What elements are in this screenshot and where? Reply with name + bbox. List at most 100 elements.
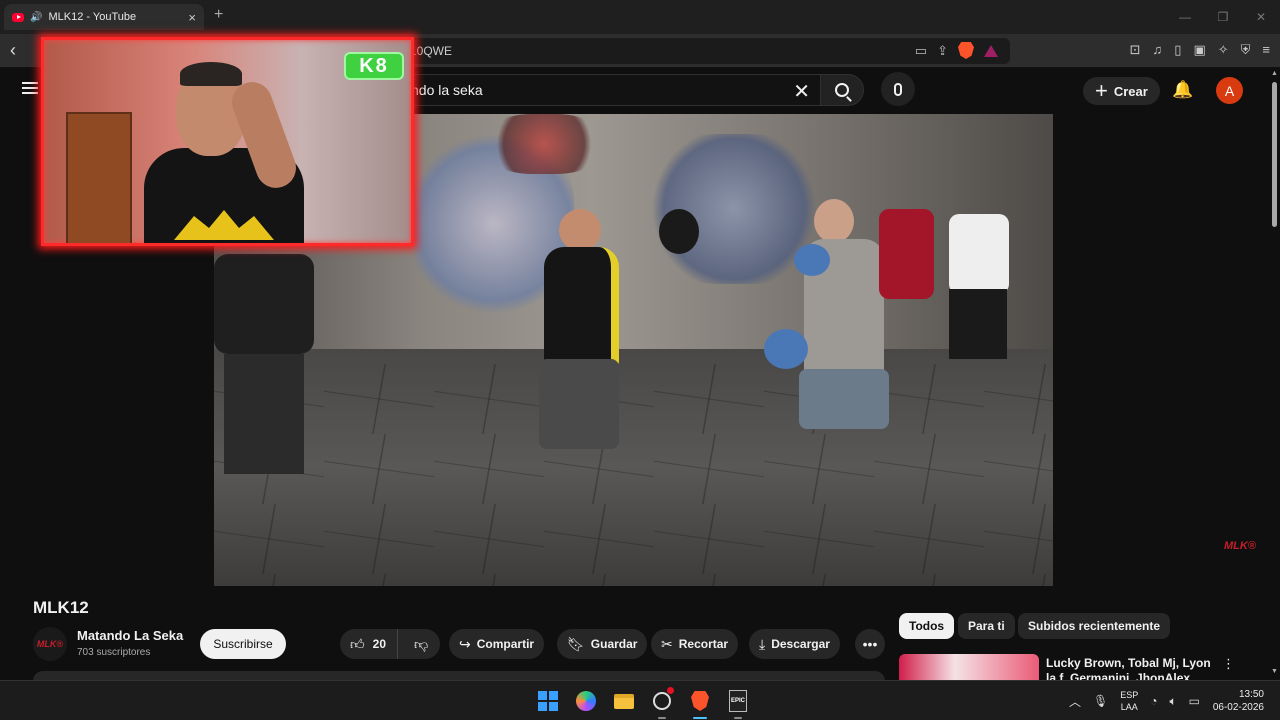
related-video-menu-icon[interactable]: ⋮ xyxy=(1222,656,1235,672)
copilot-icon xyxy=(576,691,596,711)
subscribe-button[interactable]: Suscribirse xyxy=(200,629,286,659)
system-tray: ︿ 🎙︎ ESP LAA ◔ 🔈︎ ▭ xyxy=(1069,689,1200,713)
download-icon: ⤓ xyxy=(759,635,766,652)
keyboard-layout: LAA xyxy=(1120,702,1138,712)
start-button[interactable] xyxy=(534,687,562,715)
back-icon[interactable]: ‹ xyxy=(10,40,16,61)
active-indicator xyxy=(693,717,707,719)
search-icon xyxy=(835,83,849,97)
language-code: ESP xyxy=(1120,690,1139,700)
chip-todos[interactable]: Todos xyxy=(899,613,955,639)
thumbs-down-icon: 👎︎ xyxy=(414,635,429,652)
browser-extension-icons: ⊡ ♫ ▯ ▣ ✧ ⛨ ≡ xyxy=(1130,42,1270,58)
create-button[interactable]: + Crear xyxy=(1083,77,1160,105)
search-input[interactable]: ndo la seka ✕ xyxy=(400,74,820,106)
dislike-button[interactable]: 👎︎ xyxy=(404,636,428,653)
clip-button[interactable]: ✂ Recortar xyxy=(651,629,739,659)
chip-subidos-recientemente[interactable]: Subidos recientemente xyxy=(1018,613,1171,639)
epic-games-app[interactable]: EPIC xyxy=(724,687,752,719)
maximize-icon[interactable]: ❐ xyxy=(1204,0,1242,34)
cam-person-hair xyxy=(180,62,242,86)
microphone-tray-icon[interactable]: 🎙︎ xyxy=(1093,694,1108,708)
related-video-title[interactable]: Lucky Brown, Tobal Mj, Lyon la f, German… xyxy=(1046,656,1216,682)
scroll-up-icon[interactable]: ▲ xyxy=(1271,70,1278,77)
scroll-down-icon[interactable]: ▼ xyxy=(1271,668,1278,675)
copilot-app[interactable] xyxy=(572,687,600,715)
close-window-icon[interactable]: ✕ xyxy=(1242,0,1280,34)
sidebar-icon[interactable]: ▯ xyxy=(1174,42,1181,58)
spectator-left xyxy=(214,254,324,484)
scrollbar-thumb[interactable] xyxy=(1272,82,1277,227)
boxer-left xyxy=(534,209,699,449)
steam-icon xyxy=(653,692,671,710)
cast-icon[interactable]: ▭ xyxy=(915,43,927,59)
file-explorer-app[interactable] xyxy=(610,687,638,715)
page-scrollbar[interactable]: ▲ ▼ xyxy=(1270,70,1278,680)
wifi-icon[interactable]: ◔ xyxy=(1150,694,1157,708)
spectators-right xyxy=(874,189,1053,409)
brave-shields-icon[interactable] xyxy=(958,42,974,59)
cam-logo: K8 xyxy=(344,52,404,80)
running-indicator xyxy=(734,717,742,719)
brave-rewards-icon[interactable] xyxy=(984,44,998,57)
taskbar-apps: EPIC xyxy=(534,687,752,719)
brave-app[interactable] xyxy=(686,687,714,719)
tab-title: MLK12 - YouTube xyxy=(48,11,137,23)
browser-tab-strip: 🔊 MLK12 - YouTube × + — ❐ ✕ xyxy=(0,0,1280,34)
battery-icon[interactable]: ▭ xyxy=(1189,694,1200,708)
volume-icon[interactable]: 🔈︎ xyxy=(1169,694,1176,709)
windows-logo-icon xyxy=(538,691,558,711)
new-tab-button[interactable]: + xyxy=(214,6,223,24)
download-button[interactable]: ⤓ Descargar xyxy=(749,629,840,659)
more-actions-icon[interactable]: ••• xyxy=(855,629,885,659)
menu-icon[interactable]: ≡ xyxy=(1262,42,1270,58)
search-button[interactable] xyxy=(820,74,864,106)
guide-menu-icon[interactable] xyxy=(22,82,38,94)
account-avatar[interactable]: A xyxy=(1216,77,1243,104)
cam-door xyxy=(66,112,132,243)
webcam-overlay: K8 xyxy=(41,37,414,246)
save-button[interactable]: 🔖︎ Guardar xyxy=(557,629,648,659)
notifications-bell-icon[interactable]: 🔔 xyxy=(1172,80,1193,100)
running-indicator xyxy=(658,717,666,719)
scissors-icon: ✂ xyxy=(661,635,673,652)
notification-dot xyxy=(667,687,674,694)
like-button[interactable]: 👍︎ 20 xyxy=(340,629,398,659)
share-button[interactable]: ↪ Compartir xyxy=(449,629,545,659)
thumbs-up-icon: 👍︎ xyxy=(350,635,365,652)
taskbar-clock[interactable]: 13:50 06-02-2026 xyxy=(1213,688,1264,714)
chip-para-ti[interactable]: Para ti xyxy=(958,613,1015,639)
like-count: 20 xyxy=(372,637,386,651)
windows-taskbar: EPIC ︿ 🎙︎ ESP LAA ◔ 🔈︎ ▭ 13:50 06-02-202… xyxy=(0,680,1280,720)
channel-watermark[interactable]: MLK® xyxy=(1224,540,1256,552)
music-icon[interactable]: ♫ xyxy=(1153,42,1163,58)
share-page-icon[interactable]: ⇪ xyxy=(937,43,948,59)
create-label: Crear xyxy=(1113,83,1148,99)
minimize-icon[interactable]: — xyxy=(1166,0,1204,34)
plus-icon: + xyxy=(1095,78,1108,103)
window-controls: — ❐ ✕ xyxy=(1166,0,1280,34)
browser-tab[interactable]: 🔊 MLK12 - YouTube × xyxy=(4,4,204,30)
channel-name[interactable]: Matando La Seka xyxy=(77,628,183,643)
tab-close-icon[interactable]: × xyxy=(188,10,196,25)
graffiti xyxy=(484,114,604,174)
vpn-icon[interactable]: ⛨ xyxy=(1241,42,1251,58)
show-hidden-icons-icon[interactable]: ︿ xyxy=(1069,693,1081,710)
microphone-icon xyxy=(894,82,902,96)
clock-date: 06-02-2026 xyxy=(1212,702,1264,713)
address-bar-url: 10QWE xyxy=(410,44,453,58)
bookmark-icon: 🔖︎ xyxy=(567,635,585,652)
leo-ai-icon[interactable]: ✧ xyxy=(1218,42,1229,58)
channel-avatar[interactable]: MLK® xyxy=(33,627,67,661)
youtube-favicon-icon xyxy=(12,12,24,22)
clear-search-icon[interactable]: ✕ xyxy=(793,79,810,104)
steam-app[interactable] xyxy=(648,687,676,719)
language-indicator[interactable]: ESP LAA xyxy=(1120,689,1138,713)
audio-playing-icon[interactable]: 🔊 xyxy=(30,12,42,23)
screenshot-icon[interactable]: ⊡ xyxy=(1130,42,1141,58)
wallet-icon[interactable]: ▣ xyxy=(1193,42,1205,58)
screen: 🔊 MLK12 - YouTube × + — ❐ ✕ ‹ 10QWE ▭ ⇪ … xyxy=(0,0,1280,720)
voice-search-button[interactable] xyxy=(881,72,915,106)
download-label: Descargar xyxy=(771,637,830,651)
share-label: Compartir xyxy=(476,637,535,651)
